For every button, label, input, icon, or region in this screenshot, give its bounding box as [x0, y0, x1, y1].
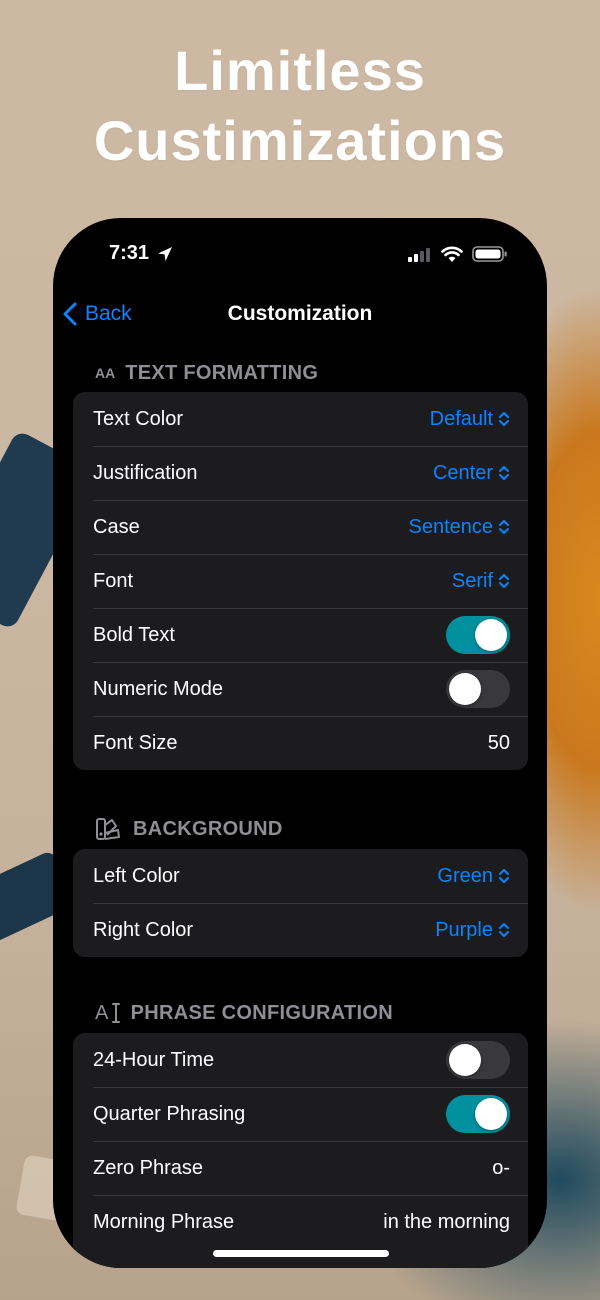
row-label: Numeric Mode	[93, 677, 224, 700]
left-color-picker[interactable]: Green	[437, 865, 510, 888]
signal-icon	[408, 248, 430, 262]
row-text-color: Text Color Default	[73, 392, 528, 446]
chevron-up-down-icon	[499, 574, 509, 588]
row-label: Font Size	[93, 731, 178, 754]
row-label: Zero Phrase	[93, 1156, 204, 1179]
navigation-bar: Back Customization	[53, 294, 547, 334]
row-label: Font	[93, 569, 134, 592]
row-label: 24-Hour Time	[93, 1048, 215, 1071]
row-font: Font Serif	[73, 554, 528, 608]
morning-phrase-value: in the morning	[383, 1210, 510, 1233]
quarter-phrasing-toggle[interactable]	[446, 1095, 510, 1133]
justification-picker[interactable]: Center	[433, 462, 510, 485]
picker-value: Serif	[451, 569, 493, 592]
picker-value: Center	[432, 461, 493, 484]
picker-value: Green	[437, 864, 493, 887]
row-bold-text: Bold Text	[73, 608, 528, 662]
text-cursor-icon-glyph: A	[95, 1001, 109, 1024]
numeric-mode-toggle[interactable]	[446, 670, 510, 708]
zero-phrase-value: o-	[492, 1156, 510, 1179]
headline-line-2: Custimizations	[93, 109, 507, 172]
row-label: Morning Phrase	[93, 1210, 235, 1233]
row-zero-phrase[interactable]: Zero Phrase o-	[73, 1141, 528, 1195]
row-label: Left Color	[93, 864, 180, 887]
section-title: TEXT FORMATTING	[125, 361, 319, 384]
phone-screen: 7:31 Back Customization AA TEXT FORMATTI…	[53, 218, 547, 1268]
text-cursor-icon: A	[95, 1001, 121, 1025]
phrase-configuration-group: 24-Hour Time Quarter Phrasing Zero Phras…	[73, 1033, 528, 1268]
chevron-left-icon	[63, 302, 77, 326]
chevron-up-down-icon	[499, 412, 509, 426]
section-title: BACKGROUND	[133, 817, 283, 840]
row-left-color: Left Color Green	[73, 849, 528, 903]
row-justification: Justification Center	[73, 446, 528, 500]
row-label: Case	[93, 515, 140, 538]
text-size-icon: AA	[95, 365, 115, 381]
right-color-picker[interactable]: Purple	[435, 919, 510, 942]
row-label: Right Color	[93, 918, 194, 941]
row-label: Quarter Phrasing	[93, 1102, 246, 1125]
section-header-phrase-configuration: A PHRASE CONFIGURATION	[95, 998, 393, 1028]
battery-icon	[472, 246, 507, 262]
text-color-picker[interactable]: Default	[430, 408, 510, 431]
back-button[interactable]: Back	[63, 298, 132, 330]
toggle-knob	[475, 1098, 507, 1130]
chevron-up-down-icon	[499, 869, 509, 883]
back-label: Back	[85, 302, 132, 325]
case-picker[interactable]: Sentence	[408, 516, 510, 539]
row-24-hour-time: 24-Hour Time	[73, 1033, 528, 1087]
row-label: Bold Text	[93, 623, 175, 646]
toggle-knob	[449, 673, 481, 705]
picker-value: Sentence	[408, 515, 493, 538]
wifi-icon	[441, 246, 463, 262]
chevron-up-down-icon	[499, 923, 509, 937]
row-morning-phrase[interactable]: Morning Phrase in the morning	[73, 1195, 528, 1249]
toggle-knob	[449, 1044, 481, 1076]
row-quarter-phrasing: Quarter Phrasing	[73, 1087, 528, 1141]
chevron-up-down-icon	[499, 520, 509, 534]
picker-value: Default	[429, 407, 493, 430]
headline-line-1: Limitless	[174, 39, 426, 102]
font-picker[interactable]: Serif	[452, 570, 510, 593]
row-font-size[interactable]: Font Size 50	[73, 716, 528, 770]
location-arrow-icon	[158, 247, 172, 261]
row-label: Justification	[93, 461, 198, 484]
24-hour-time-toggle[interactable]	[446, 1041, 510, 1079]
background-group: Left Color Green Right Color Purple	[73, 849, 528, 957]
status-time: 7:31	[109, 242, 150, 264]
section-header-background: BACKGROUND	[95, 814, 283, 844]
promo-headline: Limitless Custimizations	[0, 36, 600, 176]
row-case: Case Sentence	[73, 500, 528, 554]
status-bar: 7:31	[53, 218, 547, 288]
chevron-up-down-icon	[499, 466, 509, 480]
text-formatting-group: Text Color Default Justification Center …	[73, 392, 528, 770]
section-title: PHRASE CONFIGURATION	[130, 1001, 393, 1024]
row-right-color: Right Color Purple	[73, 903, 528, 957]
bold-text-toggle[interactable]	[446, 616, 510, 654]
section-header-text-formatting: AA TEXT FORMATTING	[95, 358, 318, 388]
home-indicator	[213, 1250, 389, 1257]
row-numeric-mode: Numeric Mode	[73, 662, 528, 716]
font-size-value: 50	[487, 731, 510, 754]
toggle-knob	[475, 619, 507, 651]
picker-value: Purple	[435, 918, 493, 941]
swatch-palette-icon	[95, 817, 123, 841]
row-label: Text Color	[93, 407, 184, 430]
text-size-icon-glyph: AA	[95, 365, 116, 381]
